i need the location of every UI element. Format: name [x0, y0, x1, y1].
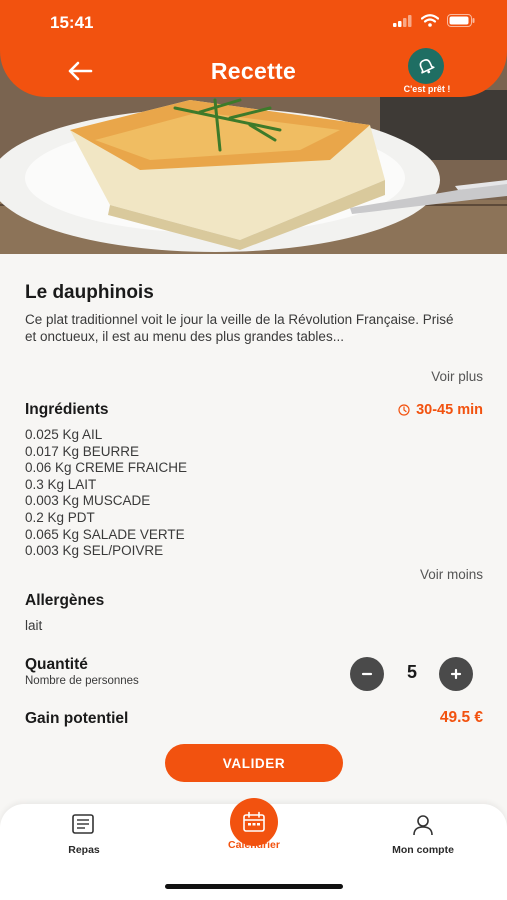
tab-repas[interactable]: Repas — [24, 804, 144, 874]
allergens-title: Allergènes — [25, 592, 105, 609]
wifi-icon — [421, 14, 439, 27]
recipe-content: Le dauphinois Ce plat traditionnel voit … — [0, 254, 507, 804]
see-more-link[interactable]: Voir plus — [431, 369, 483, 384]
validate-button[interactable]: VALIDER — [165, 744, 343, 782]
gain-value: 49.5 € — [439, 709, 483, 726]
ingredients-list: 0.025 Kg AIL 0.017 Kg BEURRE 0.06 Kg CRE… — [25, 427, 187, 560]
ingredient-item: 0.017 Kg BEURRE — [25, 443, 140, 459]
signal-icon — [393, 14, 412, 27]
gain-title: Gain potentiel — [25, 710, 129, 727]
quantity-title: Quantité — [25, 656, 88, 673]
quantity-subtitle: Nombre de personnes — [25, 675, 139, 687]
tab-label: Repas — [68, 844, 100, 856]
ready-label: C'est prêt ! — [403, 84, 451, 94]
ingredient-item: 0.065 Kg SALADE VERTE — [25, 526, 185, 542]
ingredients-title: Ingrédients — [25, 401, 109, 418]
status-icons — [393, 14, 475, 27]
duration-text: 30-45 min — [416, 402, 483, 418]
recipe-title: Le dauphinois — [25, 282, 154, 303]
decrease-button[interactable] — [350, 657, 384, 691]
ingredient-item: 0.025 Kg AIL — [25, 427, 103, 442]
see-less-link[interactable]: Voir moins — [420, 567, 483, 582]
ingredient-item: 0.2 Kg PDT — [25, 509, 95, 525]
ready-button[interactable]: C'est prêt ! — [392, 46, 462, 98]
clock-icon — [398, 404, 410, 416]
tab-calendrier[interactable]: Calendrier — [194, 804, 314, 874]
ingredient-item: 0.06 Kg CREME FRAICHE — [25, 460, 188, 476]
home-indicator — [165, 884, 343, 889]
increase-button[interactable] — [439, 657, 473, 691]
status-time: 15:41 — [50, 13, 94, 32]
tab-label: Calendrier — [228, 839, 280, 851]
tab-mon-compte[interactable]: Mon compte — [363, 804, 483, 874]
plus-icon — [450, 668, 462, 680]
allergens-value: lait — [25, 618, 43, 633]
ingredient-item: 0.003 Kg SEL/POIVRE — [25, 543, 164, 559]
minus-icon — [361, 672, 373, 676]
quantity-value: 5 — [406, 662, 417, 682]
tab-label: Mon compte — [392, 844, 454, 856]
battery-icon — [447, 14, 475, 27]
bell-icon — [419, 59, 435, 74]
ingredient-item: 0.003 Kg MUSCADE — [25, 493, 151, 509]
duration: 30-45 min — [398, 402, 483, 418]
header-bar: 15:41 Recette C'est prêt ! — [0, 0, 507, 97]
ready-circle[interactable] — [408, 48, 444, 84]
meals-icon — [72, 814, 94, 834]
recipe-description: Ce plat traditionnel voit le jour la vei… — [25, 312, 454, 344]
ingredient-item: 0.3 Kg LAIT — [25, 476, 97, 492]
user-icon — [413, 815, 433, 836]
